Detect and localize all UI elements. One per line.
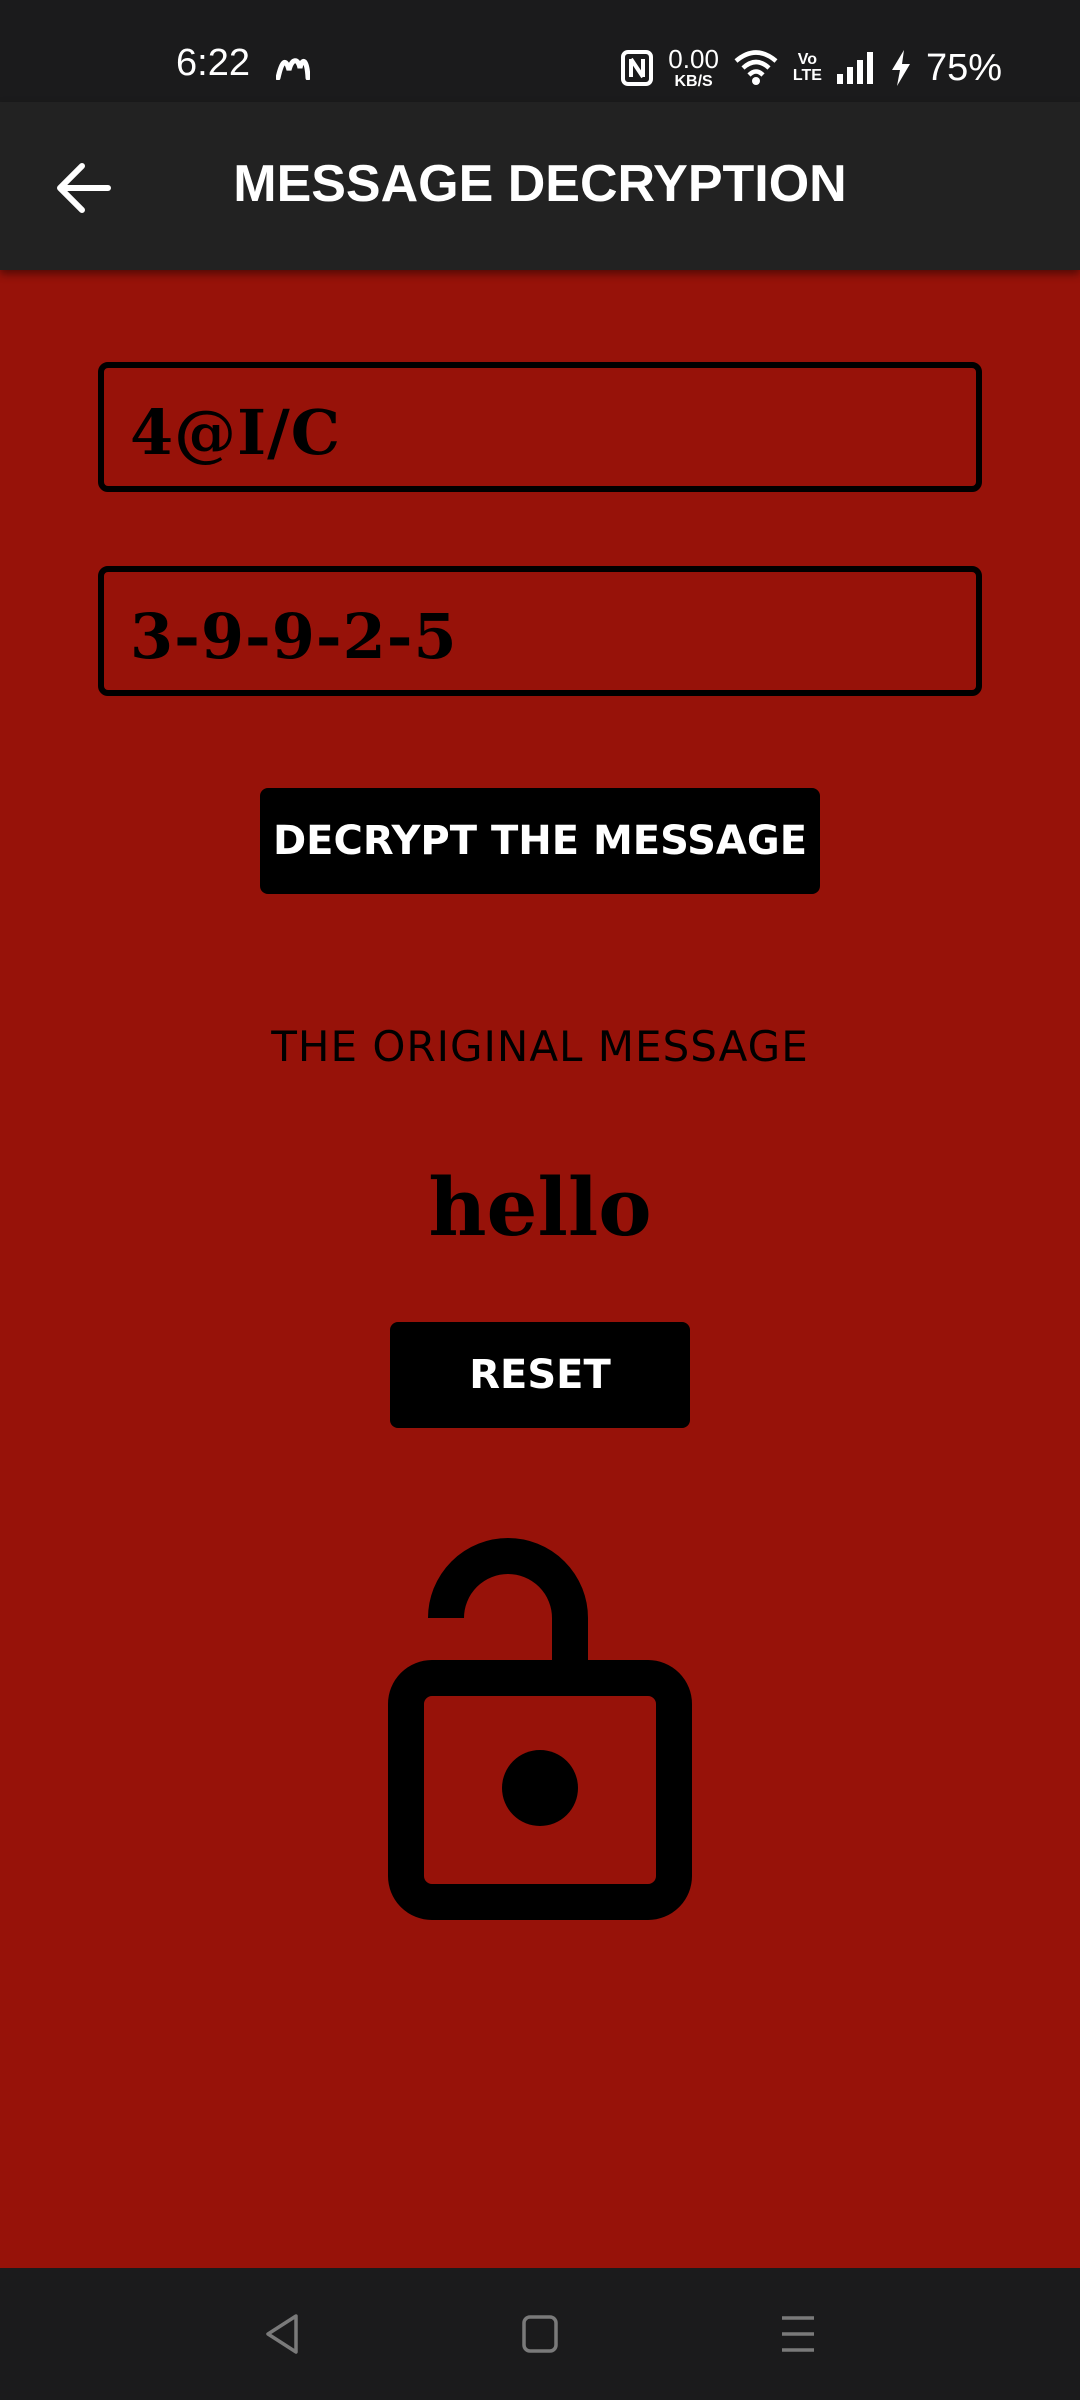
key-value: 3-9-9-2-5 xyxy=(130,600,458,673)
decrypt-button[interactable]: DECRYPT THE MESSAGE xyxy=(260,788,820,894)
volte-top: Vo xyxy=(797,51,818,68)
status-time: 6:22 xyxy=(176,42,250,84)
page-title: MESSAGE DECRYPTION xyxy=(233,155,847,213)
volte-indicator: Vo LTE xyxy=(793,52,822,84)
signal-icon xyxy=(836,52,873,84)
decrypted-message: hello xyxy=(428,1160,652,1254)
nav-home-icon[interactable] xyxy=(520,2312,560,2356)
wifi-icon xyxy=(734,50,778,85)
original-message-heading: THE ORIGINAL MESSAGE xyxy=(271,1022,809,1071)
system-nav-bar xyxy=(0,2268,1080,2400)
status-bar: 6:22 0.00 KB/S Vo LTE 75% xyxy=(0,0,1080,102)
reset-button[interactable]: RESET xyxy=(390,1322,690,1428)
nav-back-icon[interactable] xyxy=(262,2312,302,2356)
status-icons: 0.00 KB/S Vo LTE 75% xyxy=(620,46,1002,90)
cipher-text-field[interactable]: 4@I/C xyxy=(98,362,982,492)
network-speed-unit: KB/S xyxy=(674,73,713,90)
battery-percent: 75% xyxy=(925,47,1002,89)
cipher-text-value: 4@I/C xyxy=(130,396,342,469)
app-notification-icon xyxy=(276,58,310,80)
network-speed: 0.00 KB/S xyxy=(668,46,719,90)
nfc-icon xyxy=(621,50,654,86)
app-bar: MESSAGE DECRYPTION xyxy=(0,102,1080,270)
network-speed-value: 0.00 xyxy=(668,44,719,74)
charging-icon xyxy=(891,50,910,86)
unlock-icon xyxy=(388,1538,692,1920)
key-field[interactable]: 3-9-9-2-5 xyxy=(98,566,982,696)
volte-bottom: LTE xyxy=(792,67,822,84)
nav-recents-icon[interactable] xyxy=(778,2312,818,2356)
